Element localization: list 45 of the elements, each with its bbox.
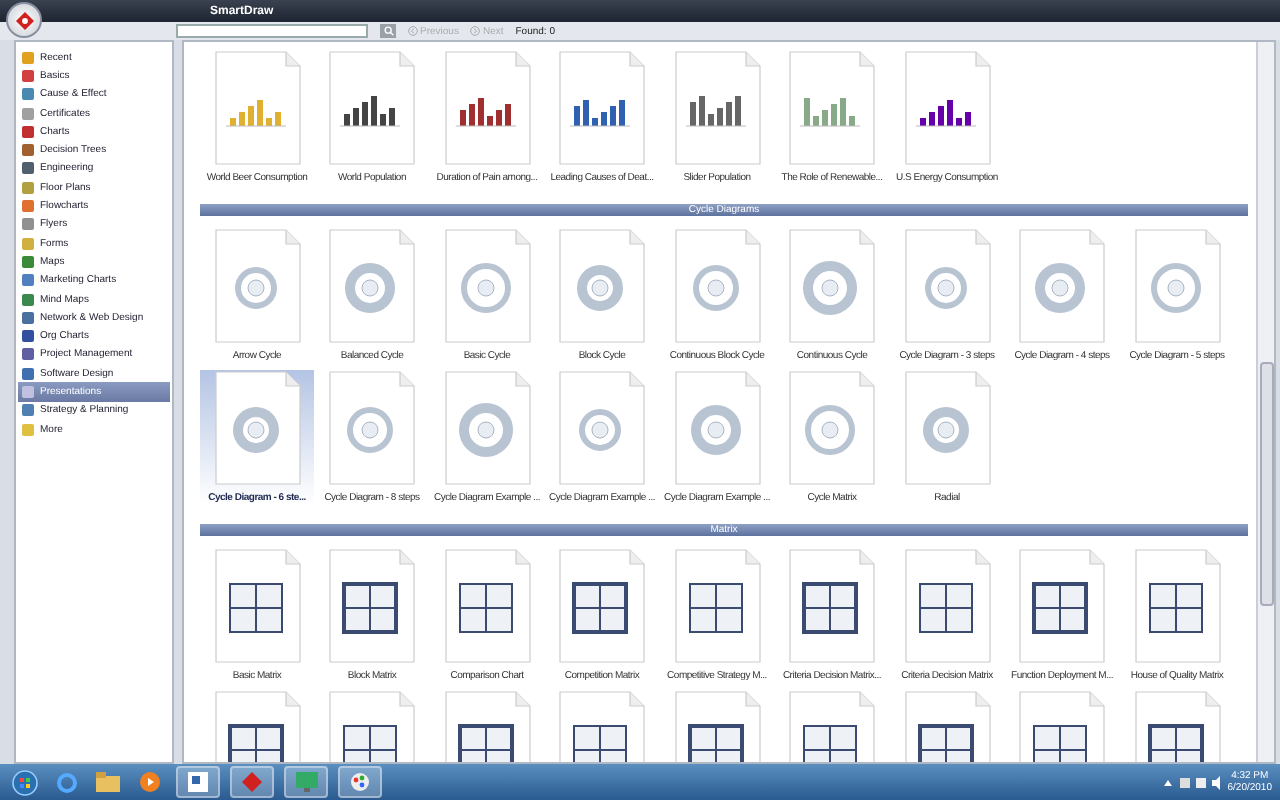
app-window-icon[interactable] [176, 766, 220, 798]
template-thumbnail [1133, 548, 1221, 664]
template-thumbnail [558, 50, 646, 166]
template-thumbnail [213, 50, 301, 166]
paint-icon[interactable] [338, 766, 382, 798]
folder-icon[interactable] [92, 768, 124, 796]
template-thumbnail [903, 370, 991, 486]
template-thumbnail [788, 228, 876, 344]
template-thumbnail [1018, 548, 1106, 664]
template-thumbnail [213, 228, 301, 344]
template-thumbnail [328, 370, 416, 486]
template-thumbnail [213, 370, 301, 486]
template-thumbnail [558, 548, 646, 664]
template-thumbnail [673, 370, 761, 486]
template-thumbnail [788, 50, 876, 166]
back-icon [408, 26, 418, 36]
template-thumbnail [328, 548, 416, 664]
forward-icon [470, 26, 481, 36]
start-button[interactable] [8, 768, 40, 796]
template-thumbnail [673, 228, 761, 344]
template-thumbnail [1133, 228, 1221, 344]
template-thumbnail [443, 50, 531, 166]
search-button[interactable] [380, 24, 396, 38]
template-thumbnail [1018, 228, 1106, 344]
template-thumbnail [903, 228, 991, 344]
template-thumbnail [558, 228, 646, 344]
template-thumbnail [788, 548, 876, 664]
diamond-logo-icon [15, 11, 33, 29]
template-thumbnail [328, 50, 416, 166]
template-thumbnail [558, 370, 646, 486]
monitor-icon[interactable] [284, 766, 328, 798]
template-thumbnail [903, 50, 991, 166]
template-thumbnail [673, 548, 761, 664]
scrollbar[interactable] [1256, 42, 1274, 762]
template-thumbnail [788, 370, 876, 486]
template-thumbnail [328, 228, 416, 344]
search-field[interactable] [176, 24, 368, 38]
media-player-icon[interactable] [134, 768, 166, 796]
template-thumbnail [673, 50, 761, 166]
template-thumbnail [443, 548, 531, 664]
template-thumbnail [443, 228, 531, 344]
template-thumbnail [903, 548, 991, 664]
template-thumbnail [443, 370, 531, 486]
tray-icons[interactable] [1161, 775, 1222, 789]
template-thumbnail [213, 548, 301, 664]
